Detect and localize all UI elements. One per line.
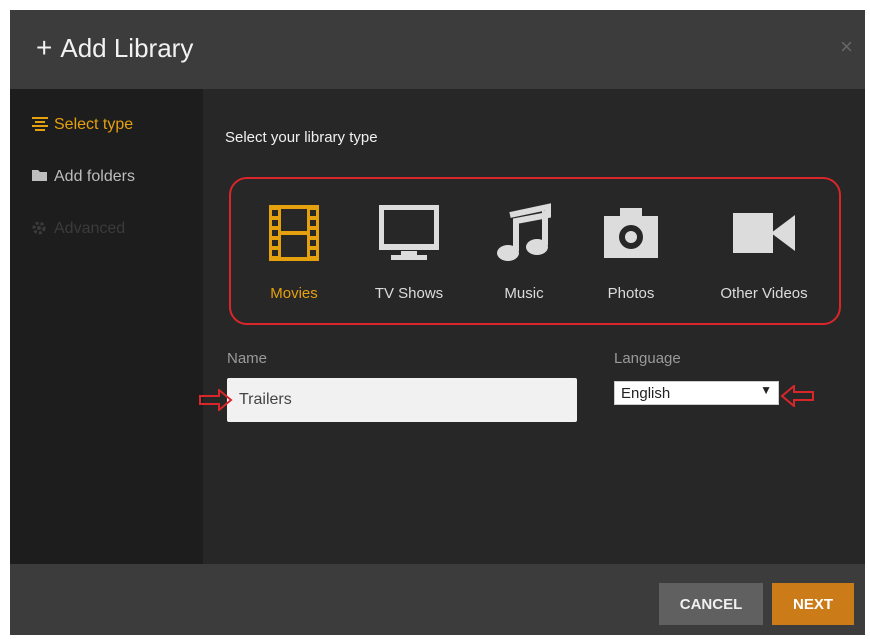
camera-icon [593,201,669,265]
type-label: Photos [607,285,655,302]
language-select[interactable]: English ▼ [614,381,779,405]
sidebar-item-label: Select type [54,116,134,133]
main-panel: Select your library type Movies TV Shows… [199,89,865,564]
type-tv-shows[interactable]: TV Shows [364,201,454,302]
sidebar-item-label: Advanced [54,220,126,237]
language-value: English [621,384,671,402]
type-label: Movies [270,285,318,302]
plus-icon: + [36,32,53,63]
type-label: TV Shows [374,285,444,302]
chevron-down-icon: ▼ [760,383,772,397]
folder-icon [32,169,54,185]
type-photos[interactable]: Photos [593,201,669,302]
music-icon [489,201,559,265]
tv-icon [364,201,454,265]
list-icon [32,116,54,134]
annotation-arrow-right-icon [199,389,233,411]
dialog-title-text: Add Library [60,33,194,63]
sidebar: Select type Add folders Advanced [10,89,203,564]
sidebar-item-add-folders[interactable]: Add folders [32,168,135,186]
dialog-footer: CANCEL NEXT [10,564,865,635]
section-heading: Select your library type [225,129,378,146]
type-music[interactable]: Music [489,201,559,302]
dialog-title: + Add Library [36,32,193,64]
name-input[interactable] [227,378,577,422]
video-camera-icon [709,201,819,265]
film-icon [257,201,331,265]
dialog-header: + Add Library × [10,10,865,89]
next-button[interactable]: NEXT [772,583,854,625]
type-other-videos[interactable]: Other Videos [709,201,819,302]
add-library-dialog: + Add Library × Select type Add folders A… [10,10,865,635]
library-type-selector: Movies TV Shows Music Photos Other Video… [229,177,841,325]
type-label: Other Videos [720,285,808,302]
sidebar-item-advanced: Advanced [32,220,125,238]
type-movies[interactable]: Movies [257,201,331,302]
annotation-arrow-left-icon [780,385,814,407]
close-icon[interactable]: × [840,34,853,60]
gear-icon [32,221,54,238]
language-label: Language [614,350,681,367]
sidebar-item-select-type[interactable]: Select type [32,116,133,134]
type-label: Music [504,285,544,302]
sidebar-item-label: Add folders [54,168,135,185]
name-label: Name [227,350,268,367]
cancel-button[interactable]: CANCEL [659,583,763,625]
